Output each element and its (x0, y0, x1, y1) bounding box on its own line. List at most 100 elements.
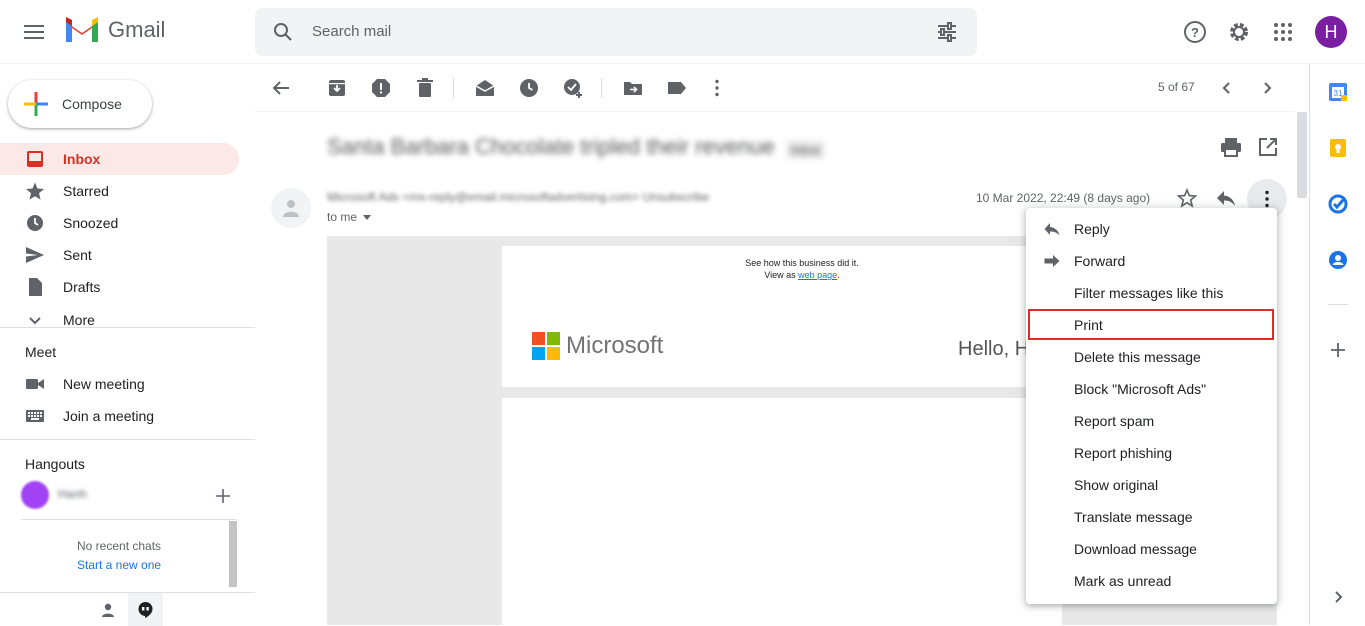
to-me-label: to me (327, 210, 358, 224)
add-addon-plus-icon[interactable] (1328, 340, 1348, 360)
search-input[interactable]: Search mail (312, 23, 391, 40)
expand-panel-chevron-icon[interactable] (1328, 587, 1348, 607)
section-divider (0, 327, 255, 328)
message-date: 10 Mar 2022, 22:49 (8 days ago) (976, 191, 1151, 205)
open-new-window-icon[interactable] (1257, 136, 1279, 158)
web-page-link[interactable]: web page (798, 270, 837, 280)
menu-item-label: Report phishing (1074, 445, 1173, 461)
back-arrow-icon[interactable] (269, 76, 293, 100)
join-meeting-item[interactable]: Join a meeting (0, 400, 239, 432)
star-icon (26, 182, 44, 200)
hangouts-user-name[interactable]: Hanh (58, 487, 87, 501)
account-avatar[interactable]: H (1315, 16, 1347, 48)
nav-item-drafts[interactable]: Drafts (0, 271, 239, 303)
print-all-icon[interactable] (1220, 136, 1242, 158)
settings-gear-icon[interactable] (1227, 20, 1251, 44)
no-recent-chats-text: No recent chats (77, 539, 162, 553)
search-options-icon[interactable] (935, 20, 959, 44)
menu-item-mark-unread[interactable]: Mark as unread (1026, 565, 1277, 597)
star-outline-icon[interactable] (1177, 188, 1197, 208)
calendar-icon[interactable]: 31 (1328, 82, 1348, 102)
recipient-toggle[interactable]: to me (327, 210, 372, 224)
chevron-left-icon[interactable] (1215, 76, 1239, 100)
nav-item-sent[interactable]: Sent (0, 239, 239, 271)
hangouts-tab[interactable] (128, 593, 163, 626)
menu-item-delete[interactable]: Delete this message (1026, 341, 1277, 373)
email-header-card: See how this business did it. View as we… (502, 246, 1062, 387)
view-as-label: View as (764, 270, 796, 280)
nav-label: Sent (63, 247, 92, 263)
label-tag-icon[interactable] (665, 76, 689, 100)
start-new-chat-link[interactable]: Start a new one (77, 558, 161, 572)
pagination-count: 5 of 67 (1158, 80, 1195, 94)
view-as-line: View as web page. (764, 270, 840, 280)
message-scrollbar[interactable] (1297, 112, 1307, 198)
new-meeting-item[interactable]: New meeting (0, 368, 239, 400)
message-subject: Santa Barbara Chocolate tripled their re… (327, 134, 825, 160)
menu-item-reply[interactable]: Reply (1026, 213, 1277, 245)
microsoft-logo[interactable]: Microsoft (532, 332, 663, 360)
delete-trash-icon[interactable] (413, 76, 437, 100)
caret-down-icon (363, 214, 372, 220)
join-meeting-label: Join a meeting (63, 408, 155, 424)
hangouts-scrollbar[interactable] (229, 521, 237, 587)
hangouts-bottom-bar (0, 592, 255, 626)
nav-item-snoozed[interactable]: Snoozed (0, 207, 239, 239)
preheader-text: See how this business did it. (745, 258, 859, 268)
menu-item-download[interactable]: Download message (1026, 533, 1277, 565)
menu-item-report-phishing[interactable]: Report phishing (1026, 437, 1277, 469)
apps-grid-icon[interactable] (1271, 20, 1295, 44)
gmail-logo[interactable]: Gmail (64, 16, 165, 44)
archive-icon[interactable] (325, 76, 349, 100)
sender-info[interactable]: Microsoft Ads <ms-reply@email.microsofta… (327, 190, 709, 204)
hangouts-quote-icon (138, 602, 153, 618)
reply-icon (1044, 223, 1060, 236)
help-icon[interactable]: ? (1183, 20, 1207, 44)
search-icon[interactable] (271, 20, 295, 44)
compose-button[interactable]: Compose (8, 80, 152, 128)
app-header: Gmail Search mail ? H (0, 0, 1365, 64)
menu-item-label: Filter messages like this (1074, 285, 1224, 301)
nav-label: Snoozed (63, 215, 119, 231)
toolbar-separator (601, 78, 602, 98)
forward-icon (1044, 255, 1060, 267)
chevron-right-icon[interactable] (1255, 76, 1279, 100)
reply-icon[interactable] (1216, 189, 1236, 207)
menu-item-translate[interactable]: Translate message (1026, 501, 1277, 533)
contacts-icon[interactable] (1328, 250, 1348, 270)
add-chat-plus-icon[interactable] (215, 488, 231, 504)
keep-notes-icon[interactable] (1328, 138, 1348, 158)
move-to-folder-icon[interactable] (621, 76, 645, 100)
person-placeholder-icon (283, 200, 299, 217)
menu-item-show-original[interactable]: Show original (1026, 469, 1277, 501)
report-spam-icon[interactable] (369, 76, 393, 100)
menu-item-block-sender[interactable]: Block "Microsoft Ads" (1026, 373, 1277, 405)
main-menu-button[interactable] (18, 16, 50, 48)
menu-item-forward[interactable]: Forward (1026, 245, 1277, 277)
menu-item-report-spam[interactable]: Report spam (1026, 405, 1277, 437)
menu-item-label: Mark as unread (1074, 573, 1172, 589)
subject-label-badge[interactable]: Inbox (786, 141, 825, 159)
hangouts-divider (21, 519, 237, 520)
sender-avatar[interactable] (271, 188, 311, 228)
tasks-icon[interactable] (1328, 194, 1348, 214)
new-meeting-label: New meeting (63, 376, 145, 392)
menu-item-label: Block "Microsoft Ads" (1074, 381, 1207, 397)
snooze-clock-icon[interactable] (517, 76, 541, 100)
person-icon[interactable] (100, 602, 116, 618)
nav-item-more[interactable]: More (0, 304, 239, 336)
gmail-m-icon (66, 17, 98, 42)
toolbar-separator (453, 78, 454, 98)
microsoft-wordmark: Microsoft (566, 332, 664, 359)
search-bar[interactable]: Search mail (255, 8, 977, 56)
hangouts-user-avatar[interactable] (21, 481, 49, 509)
nav-item-starred[interactable]: Starred (0, 175, 239, 207)
mark-unread-icon[interactable] (473, 76, 497, 100)
more-vertical-icon[interactable] (705, 76, 729, 100)
menu-item-filter-messages[interactable]: Filter messages like this (1026, 277, 1277, 309)
menu-item-label: Download message (1074, 541, 1197, 557)
nav-item-inbox[interactable]: Inbox (0, 143, 239, 175)
side-panel: 31 (1309, 64, 1365, 625)
add-to-tasks-icon[interactable] (561, 76, 585, 100)
inbox-icon (27, 151, 43, 167)
